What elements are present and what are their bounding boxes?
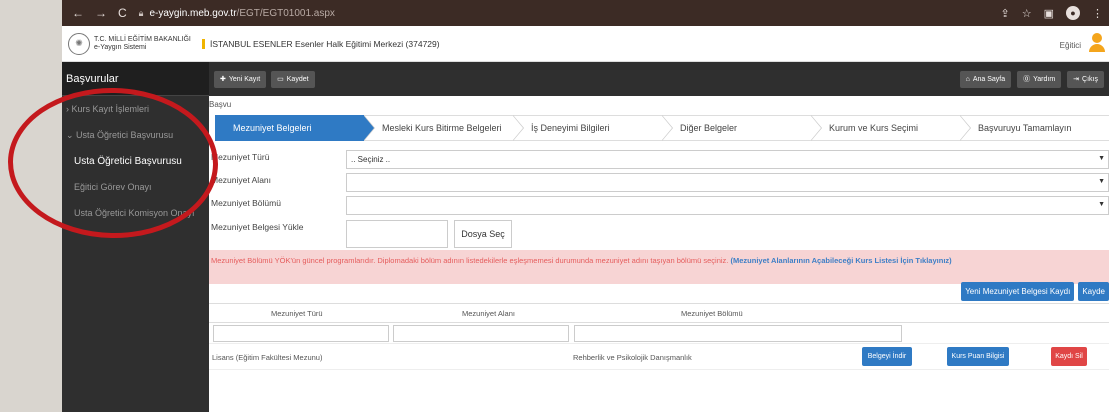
reload-icon[interactable]: C: [118, 6, 127, 20]
ministry-seal-icon: ✺: [68, 32, 90, 55]
exit-button[interactable]: ⇥ Çıkış: [1067, 70, 1104, 88]
course-points-button[interactable]: Kurs Puan Bilgisi: [947, 347, 1009, 366]
table-filters: [209, 324, 1109, 344]
chevron-down-icon: ⌄: [66, 129, 77, 140]
logo-line1: T.C. MİLLİ EĞİTİM BAKANLIĞI: [94, 35, 191, 43]
alert-text: Mezuniyet Bölümü YÖK'ün güncel programla…: [211, 256, 729, 265]
url-path: /EGT/EGT01001.aspx: [236, 7, 335, 19]
cell-dept: Rehberlik ve Psikolojik Danışmanlık: [573, 353, 692, 362]
col-header-area: Mezuniyet Alanı: [462, 309, 515, 318]
course-list-link[interactable]: (Mezuniyet Alanlarının Açabileceği Kurs …: [730, 256, 951, 265]
browser-window: ← → C 🔒︎ e-yaygin.meb.gov.tr/EGT/EGT0100…: [62, 0, 1109, 412]
sidebar-item-label: Usta Öğretici Başvurusu: [74, 155, 182, 167]
info-alert: Mezuniyet Bölümü YÖK'ün güncel programla…: [209, 250, 1109, 284]
forward-icon[interactable]: →: [95, 6, 107, 20]
sidebar-item-label: Kurs Kayıt İşlemleri: [71, 104, 150, 114]
table-row[interactable]: Lisans (Eğitim Fakültesi Mezunu) Rehberl…: [209, 344, 1109, 370]
cell-type: Lisans (Eğitim Fakültesi Mezunu): [212, 353, 323, 362]
col-header-dept: Mezuniyet Bölümü: [681, 309, 743, 318]
sidebar-item-label: Eğitici Görev Onayı: [74, 182, 152, 192]
meb-logo[interactable]: ✺ T.C. MİLLİ EĞİTİM BAKANLIĞI e-Yaygın S…: [68, 32, 202, 55]
filter-dept-input[interactable]: [574, 325, 902, 342]
save-button[interactable]: ▭ Kaydet: [271, 70, 315, 88]
lock-icon: 🔒︎: [138, 7, 144, 18]
sidebar-item-label: Usta Öğretici Başvurusu: [76, 130, 174, 140]
browser-nav: ← → C: [72, 6, 127, 20]
user-role[interactable]: Eğitici: [1060, 41, 1081, 50]
field-row-upload: Mezuniyet Belgesi Yükle: [209, 220, 1109, 240]
area-label: Mezuniyet Alanı: [211, 175, 272, 185]
help-button[interactable]: ⓪ Yardım: [1017, 70, 1062, 88]
institution-name: İSTANBUL ESENLER Esenler Halk Eğitimi Me…: [202, 38, 440, 49]
caret-down-icon: ▼: [1098, 201, 1105, 208]
sidebar-item-egitici-gorev-onayi[interactable]: Eğitici Görev Onayı: [62, 174, 209, 200]
download-cert-button[interactable]: Belgeyi İndir: [862, 347, 912, 366]
browser-chrome: ← → C 🔒︎ e-yaygin.meb.gov.tr/EGT/EGT0100…: [62, 0, 1109, 26]
home-button[interactable]: ⌂ Ana Sayfa: [959, 70, 1012, 88]
sidebar-item-komisyon-onayi[interactable]: Usta Öğretici Komisyon Onayı: [62, 200, 209, 226]
sidebar-item-usta-ogretici-basvurusu[interactable]: Usta Öğretici Başvurusu: [62, 148, 209, 174]
profile-icon[interactable]: ●: [1066, 6, 1080, 20]
step-mezuniyet-belgeleri[interactable]: Mezuniyet Belgeleri: [215, 115, 375, 141]
type-select[interactable]: .. Seçiniz .. ▼: [346, 150, 1109, 169]
floppy-icon: ▭: [277, 76, 284, 83]
browser-actions: ⇪ ☆ ▣ ● ⋮: [1001, 6, 1103, 20]
upload-input[interactable]: [346, 220, 448, 248]
new-cert-button[interactable]: Yeni Mezuniyet Belgesi Kaydı: [961, 282, 1075, 301]
url-host: e-yaygin.meb.gov.tr: [149, 7, 237, 19]
menu-dots-icon[interactable]: ⋮: [1092, 7, 1103, 20]
field-row-area: Mezuniyet Alanı ▼: [209, 173, 1109, 193]
star-icon[interactable]: ☆: [1022, 7, 1032, 20]
step-mesleki-kurs[interactable]: Mesleki Kurs Bitirme Belgeleri: [364, 115, 524, 141]
help-icon: ⓪: [1023, 76, 1031, 83]
delete-record-button[interactable]: Kaydı Sil: [1051, 347, 1087, 366]
main-content: Başvu Mezuniyet Belgeleri Mesleki Kurs B…: [209, 96, 1109, 412]
filter-area-input[interactable]: [393, 325, 569, 342]
area-select[interactable]: ▼: [346, 173, 1109, 192]
filter-type-input[interactable]: [213, 325, 389, 342]
home-icon: ⌂: [965, 75, 970, 83]
sidebar-title: Başvurular: [62, 62, 209, 96]
new-record-button[interactable]: ✚ Yeni Kayıt: [214, 70, 267, 88]
address-bar[interactable]: 🔒︎ e-yaygin.meb.gov.tr/EGT/EGT01001.aspx: [139, 8, 335, 19]
breadcrumb: Başvu: [209, 100, 232, 109]
type-label: Mezuniyet Türü: [211, 152, 270, 162]
caret-down-icon: ▼: [1098, 155, 1105, 162]
back-icon[interactable]: ←: [72, 6, 84, 20]
sidebar: Başvurular › Kurs Kayıt İşlemleri ⌄ Usta…: [62, 62, 209, 412]
exit-icon: ⇥: [1073, 76, 1080, 83]
step-diger-belgeler[interactable]: Diğer Belgeler: [662, 115, 822, 141]
toolbar: ✚ Yeni Kayıt ▭ Kaydet ⌂ Ana Sayfa ⓪ Yardım ⇥…: [209, 62, 1109, 96]
user-avatar-icon[interactable]: [1089, 33, 1105, 53]
plus-icon: ✚: [220, 76, 226, 83]
field-row-dept: Mezuniyet Bölümü ▼: [209, 196, 1109, 216]
sidebar-item-label: Usta Öğretici Komisyon Onayı: [74, 208, 195, 218]
caret-down-icon: ▼: [1098, 178, 1105, 185]
window-icon[interactable]: ▣: [1044, 7, 1054, 20]
share-icon[interactable]: ⇪: [1001, 7, 1010, 20]
step-kurum-kurs-secimi[interactable]: Kurum ve Kurs Seçimi: [811, 115, 971, 141]
wizard-steps: Mezuniyet Belgeleri Mesleki Kurs Bitirme…: [215, 115, 1109, 141]
step-is-deneyimi[interactable]: İş Deneyimi Bilgileri: [513, 115, 673, 141]
sidebar-item-kurs-kayit[interactable]: › Kurs Kayıt İşlemleri: [62, 96, 209, 122]
logo-line2: e-Yaygın Sistemi: [94, 43, 147, 51]
dept-select[interactable]: ▼: [346, 196, 1109, 215]
step-basvuru-tamamla[interactable]: Başvuruyu Tamamlayın: [960, 115, 1109, 141]
choose-file-button[interactable]: Dosya Seç: [454, 220, 512, 248]
col-header-type: Mezuniyet Türü: [271, 309, 323, 318]
app-header: ✺ T.C. MİLLİ EĞİTİM BAKANLIĞI e-Yaygın S…: [62, 26, 1109, 62]
table-header: Mezuniyet Türü Mezuniyet Alanı Mezuniyet…: [209, 303, 1109, 323]
table-actions: Yeni Mezuniyet Belgesi Kaydı Kayde: [961, 282, 1109, 301]
save-cert-button[interactable]: Kayde: [1078, 282, 1109, 301]
dept-label: Mezuniyet Bölümü: [211, 198, 281, 208]
sidebar-item-usta-ogretici-group[interactable]: ⌄ Usta Öğretici Başvurusu: [62, 122, 209, 148]
field-row-type: Mezuniyet Türü .. Seçiniz .. ▼: [209, 150, 1109, 170]
upload-label: Mezuniyet Belgesi Yükle: [211, 222, 304, 232]
